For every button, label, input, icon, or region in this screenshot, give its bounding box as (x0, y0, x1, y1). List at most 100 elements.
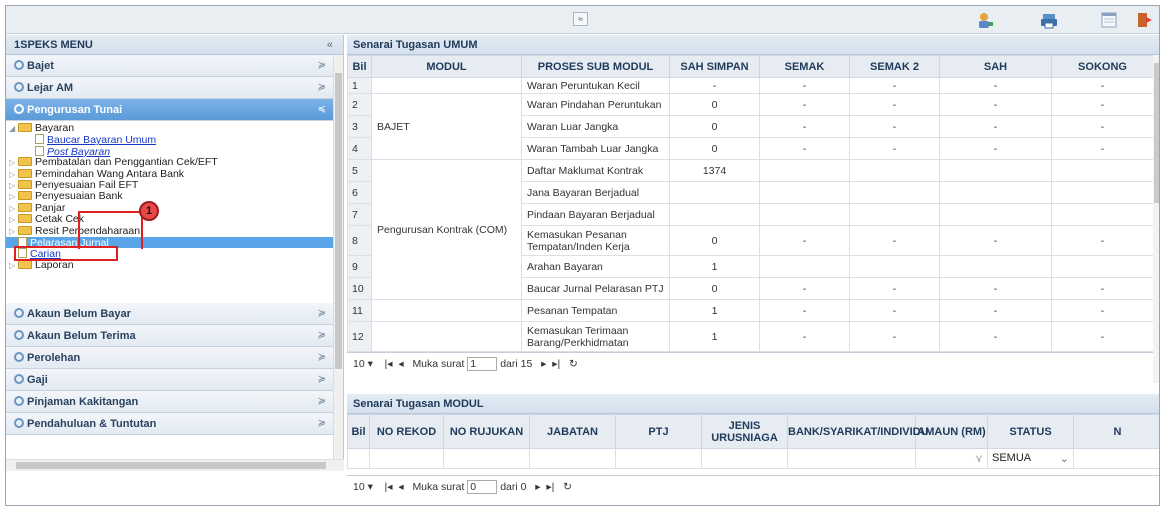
collapse-menu-button[interactable]: « (327, 35, 333, 55)
page-input[interactable]: 1 (467, 357, 498, 372)
column-header[interactable]: SEMAK 2 (849, 55, 940, 78)
expand-icon[interactable]: ▷ (9, 226, 18, 237)
menu-horizontal-scrollbar[interactable] (6, 459, 344, 471)
table-row[interactable]: 2 BAJET Waran Pindahan Peruntukan 0- - - - (347, 93, 1154, 160)
tree-node-resit-perbendaharaan[interactable]: ▷ Resit Perbendaharaan (9, 225, 334, 237)
sokong-cell: - (1051, 77, 1154, 94)
menu-section-pengurusan-tunai[interactable]: Pengurusan Tunai ≼ (6, 99, 334, 121)
page-size-select[interactable]: 10 (353, 481, 365, 493)
menu-section-gaji[interactable]: Gaji ≽ (6, 369, 334, 391)
tree-node-bayaran[interactable]: ◢ Bayaran (9, 122, 334, 134)
sokong-cell (1051, 159, 1154, 182)
semak2-cell: - (849, 225, 940, 256)
filter-jabatan[interactable] (529, 448, 616, 469)
tree-node-laporan[interactable]: ▷ Laporan (9, 259, 334, 271)
scroll-thumb[interactable] (1154, 63, 1159, 203)
menu-section-akaun-belum-terima[interactable]: Akaun Belum Terima ≽ (6, 325, 334, 347)
prev-page-icon[interactable]: ◂ (398, 481, 403, 493)
expand-icon[interactable]: ▷ (9, 169, 18, 180)
column-header[interactable]: NO REKOD (369, 414, 444, 449)
sah-simpan-cell: 1 (669, 299, 760, 322)
menu-vertical-scrollbar[interactable] (333, 55, 343, 470)
filter-no-rujukan[interactable] (443, 448, 530, 469)
column-header[interactable]: PROSES SUB MODUL (521, 55, 670, 78)
semak2-cell: - (849, 77, 940, 94)
column-header[interactable]: N (1073, 414, 1159, 449)
chevron-down-icon: ≽ (317, 418, 326, 429)
menu-section-pinjaman-kakitangan[interactable]: Pinjaman Kakitangan ≽ (6, 391, 334, 413)
expand-icon[interactable]: ▷ (9, 260, 18, 271)
column-header[interactable]: Bil (347, 414, 370, 449)
proses-cell: Waran Luar Jangka (521, 115, 670, 138)
refresh-icon[interactable]: ↻ (569, 358, 578, 370)
calendar-icon[interactable] (1100, 11, 1118, 29)
column-header[interactable]: BANK/SYARIKAT/INDIVIDU (787, 414, 929, 449)
filter-icon[interactable]: ⋎ (975, 453, 983, 465)
semak2-cell: - (849, 115, 940, 138)
menu-section-lejar-am[interactable]: Lejar AM ≽ (6, 77, 334, 99)
umum-pager: 10 ▾ |◂ ◂ Muka surat 1 dari 15 ▸ ▸| ↻ (347, 352, 1159, 374)
last-page-icon[interactable]: ▸| (546, 481, 554, 493)
column-header[interactable]: SAH (939, 55, 1052, 78)
proses-cell: Waran Pindahan Peruntukan (521, 93, 670, 116)
column-header[interactable]: SOKONG (1051, 55, 1154, 78)
user-icon[interactable] (976, 11, 994, 29)
menu-section-perolehan[interactable]: Perolehan ≽ (6, 347, 334, 369)
printer-icon[interactable] (1040, 11, 1058, 29)
sah-cell: - (939, 115, 1052, 138)
last-page-icon[interactable]: ▸| (552, 358, 560, 370)
semak-cell: - (759, 225, 850, 256)
filter-ptj[interactable] (615, 448, 702, 469)
menu-section-bajet[interactable]: Bajet ≽ (6, 55, 334, 77)
column-header[interactable]: Bil (347, 55, 372, 78)
filter-jenis-urusniaga[interactable] (701, 448, 788, 469)
collapse-header-button[interactable]: ≈ (573, 12, 588, 26)
table-row[interactable]: 5 Pengurusan Kontrak (COM) Daftar Maklumat… (347, 159, 1154, 300)
logout-icon[interactable] (1136, 11, 1154, 29)
sokong-cell: - (1051, 137, 1154, 160)
column-header[interactable]: STATUS (987, 414, 1074, 449)
filter-amaun[interactable]: ⋎ (915, 448, 988, 469)
sah-simpan-cell (669, 203, 760, 226)
page-input[interactable]: 0 (467, 480, 498, 495)
filter-bank[interactable] (787, 448, 916, 469)
expand-icon[interactable]: ▷ (9, 157, 18, 168)
status-filter-select[interactable]: SEMUA ⌄ (987, 448, 1074, 469)
umum-vertical-scrollbar[interactable] (1153, 55, 1159, 383)
sah-simpan-cell: 1 (669, 321, 760, 352)
table-row[interactable]: 1 Waran Peruntukan Kecil - - - - - (347, 77, 1154, 94)
scroll-thumb[interactable] (16, 462, 326, 469)
proses-cell: Pesanan Tempatan (521, 299, 670, 322)
column-header[interactable]: MODUL (371, 55, 522, 78)
page-size-select[interactable]: 10 (353, 358, 365, 370)
column-header[interactable]: PTJ (615, 414, 702, 449)
table-row[interactable]: 12 Kemasukan Terimaan Barang/Perkhidmatan… (347, 321, 1154, 352)
refresh-icon[interactable]: ↻ (563, 481, 572, 493)
filter-cell[interactable] (1073, 448, 1159, 469)
first-page-icon[interactable]: |◂ (385, 481, 393, 493)
menu-section-pendahuluan-tuntutan[interactable]: Pendahuluan & Tuntutan ≽ (6, 413, 334, 435)
expand-icon[interactable]: ▷ (9, 203, 18, 214)
column-header[interactable]: AMAUN (RM) (915, 414, 988, 449)
scroll-thumb[interactable] (335, 73, 342, 369)
menu-section-akaun-belum-bayar[interactable]: Akaun Belum Bayar ≽ (6, 303, 334, 325)
prev-page-icon[interactable]: ◂ (398, 358, 403, 370)
expand-icon[interactable]: ▷ (9, 191, 18, 202)
column-header[interactable]: SAH SIMPAN (669, 55, 760, 78)
tree-node-baucar-bayaran-umum[interactable]: Baucar Bayaran Umum (9, 134, 334, 146)
first-page-icon[interactable]: |◂ (385, 358, 393, 370)
row-number: 1 (347, 77, 372, 94)
menu-title: 1SPEKS MENU (14, 39, 93, 51)
column-header[interactable]: SEMAK (759, 55, 850, 78)
expand-icon[interactable]: ◢ (9, 123, 18, 134)
table-row[interactable]: 11 Pesanan Tempatan 1- - - - (347, 299, 1154, 322)
column-header[interactable]: NO RUJUKAN (443, 414, 530, 449)
next-page-icon[interactable]: ▸ (535, 481, 540, 493)
filter-no-rekod[interactable] (369, 448, 444, 469)
column-header[interactable]: JENIS URUSNIAGA (701, 414, 788, 449)
next-page-icon[interactable]: ▸ (541, 358, 546, 370)
column-header[interactable]: JABATAN (529, 414, 616, 449)
expand-icon[interactable]: ▷ (9, 214, 18, 225)
sah-simpan-cell: 0 (669, 115, 760, 138)
expand-icon[interactable]: ▷ (9, 180, 18, 191)
